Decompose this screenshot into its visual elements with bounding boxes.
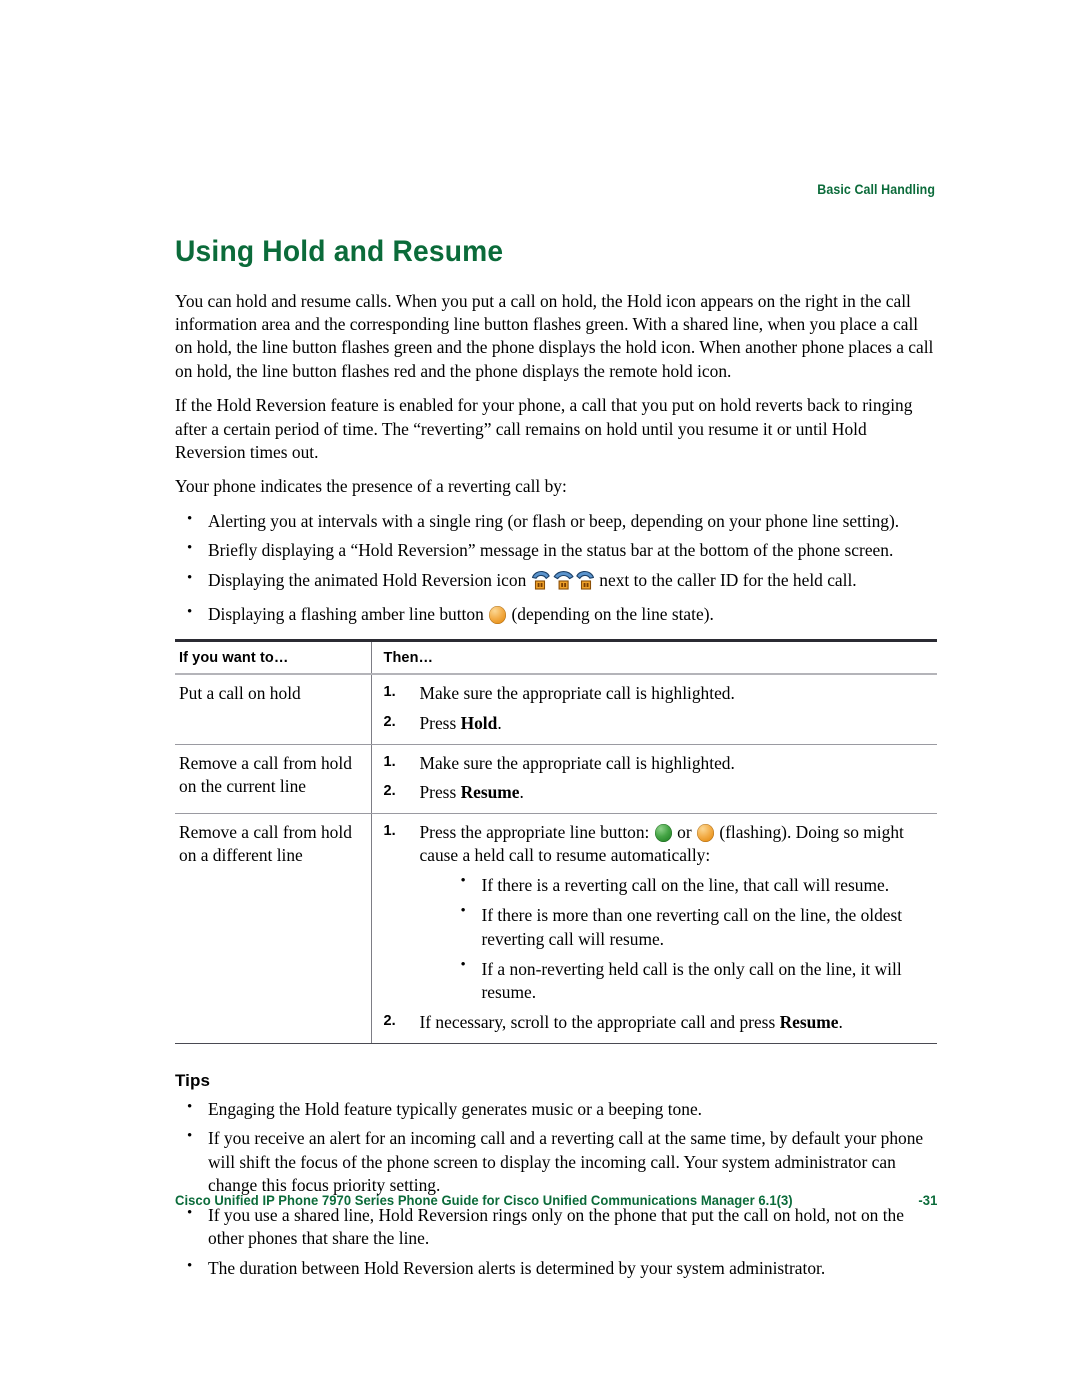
step-item: 1. Make sure the appropriate call is high… [384, 752, 934, 775]
hold-reversion-animated-icon [530, 569, 596, 597]
amber-line-button-icon [489, 605, 507, 624]
list-item: Alerting you at intervals with a single … [175, 509, 937, 533]
page-content: Using Hold and Resume You can hold and r… [175, 236, 937, 1286]
intro-paragraph-3: Your phone indicates the presence of a r… [175, 476, 567, 497]
intro-paragraph-1: You can hold and resume calls. When you … [175, 290, 934, 381]
conjunction-or: or [677, 821, 692, 842]
step-list: 1. Make sure the appropriate call is high… [384, 752, 934, 804]
step-text-tail: . [838, 1011, 843, 1032]
indicator-text-2: Briefly displaying a “Hold Reversion” me… [208, 540, 894, 561]
step-item: 2. If necessary, scroll to the appropriat… [384, 1011, 934, 1034]
running-header: Basic Call Handling [817, 182, 935, 197]
list-item: Briefly displaying a “Hold Reversion” me… [175, 538, 937, 562]
list-item: If a non-reverting held call is the only… [451, 956, 934, 1004]
tip-text-4: The duration between Hold Reversion aler… [208, 1257, 826, 1278]
footer-page-number: -31 [918, 1192, 937, 1208]
step-text: Press [419, 712, 461, 733]
row-label-remove-call-different-line: Remove a call from hold on a different l… [175, 813, 371, 1045]
table-row: Put a call on hold 1. Make sure the appro… [175, 674, 937, 745]
list-item: If you receive an alert for an incoming … [175, 1126, 937, 1197]
step-number: 1. [383, 753, 396, 770]
list-item: Engaging the Hold feature typically gene… [175, 1097, 937, 1121]
step-text: Make sure the appropriate call is highli… [419, 752, 735, 773]
reverting-call-indicator-list: Alerting you at intervals with a single … [175, 509, 937, 627]
tip-text-1: Engaging the Hold feature typically gene… [208, 1099, 703, 1120]
step-item: 1. Make sure the appropriate call is high… [384, 682, 934, 705]
step-list: 1. Press the appropriate line button: or … [384, 821, 934, 1034]
step-text-tail: . [519, 781, 524, 802]
procedure-table: If you want to… Then… Put a call on hold… [175, 639, 937, 1045]
green-line-button-icon [654, 823, 672, 842]
step-text: Press the appropriate line button: [419, 821, 650, 842]
substep-text-1: If there is a reverting call on the line… [481, 875, 890, 896]
indicator-text-3a: Displaying the animated Hold Reversion i… [208, 569, 527, 590]
softkey-name-hold: Hold [460, 712, 498, 733]
step-list: 1. Make sure the appropriate call is high… [384, 682, 934, 734]
table-header-row: If you want to… Then… [175, 639, 937, 676]
step-item: 2. Press Hold. [384, 712, 934, 735]
tips-list: Engaging the Hold feature typically gene… [175, 1097, 937, 1280]
step-text: Press [419, 781, 461, 802]
softkey-name-resume: Resume [460, 781, 520, 802]
substep-text-3: If a non-reverting held call is the only… [481, 958, 902, 1002]
row-steps: 1. Make sure the appropriate call is high… [370, 744, 937, 814]
step-number: 1. [383, 684, 396, 701]
step-text: Make sure the appropriate call is highli… [419, 683, 735, 704]
softkey-name-resume: Resume [779, 1011, 839, 1032]
indicator-text-4b: (depending on the line state). [511, 603, 714, 624]
page-footer: Cisco Unified IP Phone 7970 Series Phone… [175, 1192, 937, 1208]
list-item: If there is a reverting call on the line… [451, 872, 934, 897]
step-number: 1. [383, 822, 396, 839]
list-item: If you use a shared line, Hold Reversion… [175, 1203, 937, 1251]
step-number: 2. [383, 782, 396, 799]
page-title: Using Hold and Resume [175, 235, 504, 268]
table-row: Remove a call from hold on a different l… [175, 813, 937, 1045]
step-item: 2. Press Resume. [384, 781, 934, 804]
list-item: Displaying the animated Hold Reversion i… [175, 568, 937, 597]
indicator-text-3b: next to the caller ID for the held call. [599, 569, 857, 590]
column-header-if-you-want-to: If you want to… [175, 639, 371, 676]
tip-text-2: If you receive an alert for an incoming … [208, 1128, 924, 1196]
substep-list: If there is a reverting call on the line… [420, 872, 934, 1004]
column-header-then: Then… [370, 639, 937, 676]
tips-heading: Tips [175, 1071, 211, 1091]
document-page: Basic Call Handling Using Hold and Resum… [0, 0, 1080, 1397]
list-item: If there is more than one reverting call… [451, 902, 934, 950]
tip-text-3: If you use a shared line, Hold Reversion… [208, 1204, 904, 1249]
amber-line-button-icon [696, 823, 714, 842]
row-steps: 1. Make sure the appropriate call is high… [370, 674, 937, 745]
intro-paragraph-2: If the Hold Reversion feature is enabled… [175, 395, 913, 462]
footer-document-title: Cisco Unified IP Phone 7970 Series Phone… [175, 1192, 793, 1208]
table-row: Remove a call from hold on the current l… [175, 744, 937, 814]
step-text: If necessary, scroll to the appropriate … [419, 1011, 780, 1032]
step-number: 2. [383, 713, 396, 730]
row-label-remove-call-current-line: Remove a call from hold on the current l… [175, 744, 371, 814]
list-item: Displaying a flashing amber line button … [175, 602, 937, 626]
indicator-text-1: Alerting you at intervals with a single … [208, 510, 900, 531]
row-steps: 1. Press the appropriate line button: or … [370, 813, 937, 1045]
substep-text-2: If there is more than one reverting call… [481, 905, 903, 949]
list-item: The duration between Hold Reversion aler… [175, 1255, 937, 1280]
row-label-put-call-on-hold: Put a call on hold [175, 674, 371, 745]
step-item: 1. Press the appropriate line button: or … [384, 821, 934, 1004]
indicator-text-4a: Displaying a flashing amber line button [208, 603, 484, 624]
step-number: 2. [383, 1012, 396, 1029]
step-text-tail: . [497, 712, 502, 733]
